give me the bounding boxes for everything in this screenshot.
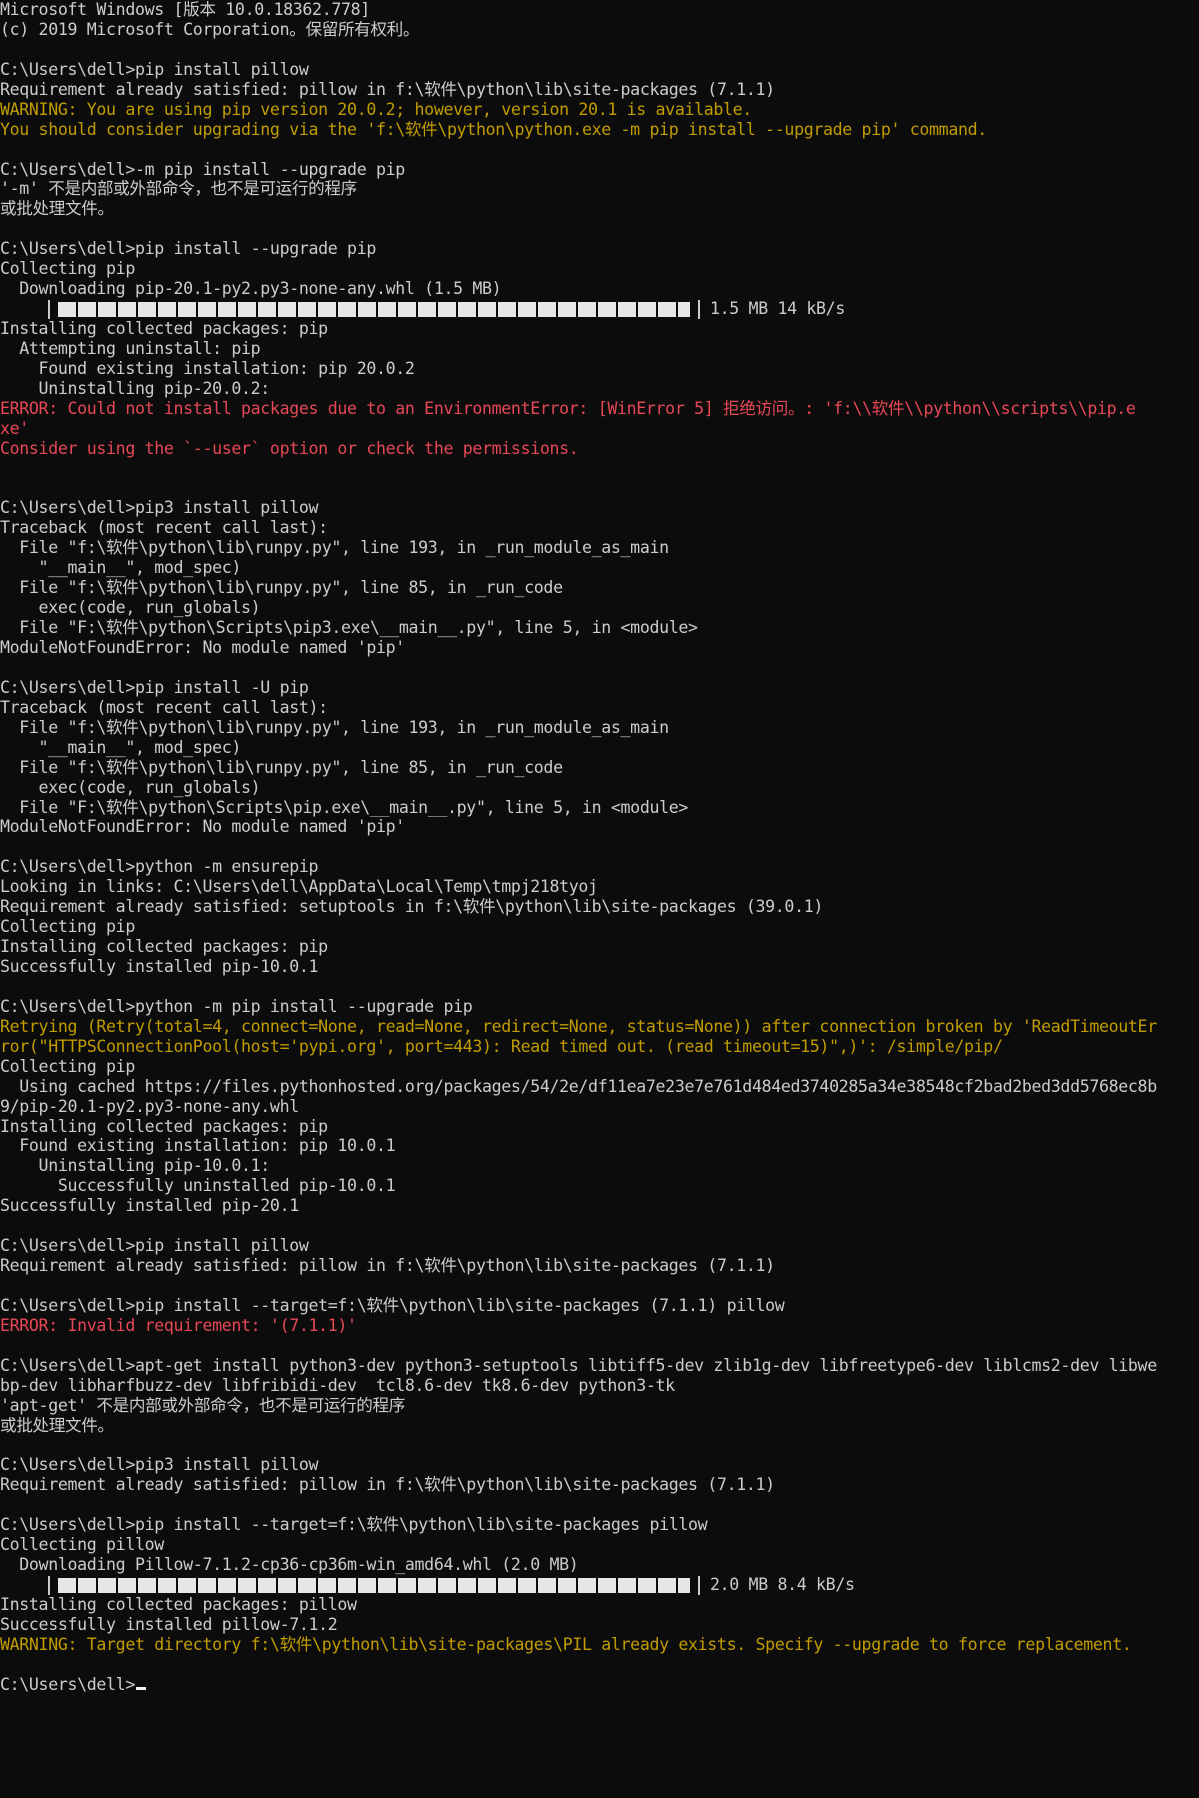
console-line: C:\Users\dell>python -m ensurepip: [0, 857, 319, 877]
console-line: Collecting pip: [0, 259, 135, 279]
console-line: 9/pip-20.1-py2.py3-none-any.whl: [0, 1096, 299, 1116]
error-line: ERROR: Could not install packages due to…: [0, 398, 1136, 418]
console-line: Requirement already satisfied: pillow in…: [0, 1256, 775, 1276]
console-line: C:\Users\dell>pip install --upgrade pip: [0, 239, 376, 259]
console-line: Found existing installation: pip 20.0.2: [0, 358, 415, 378]
console-line: C:\Users\dell>pip install -U pip: [0, 677, 309, 697]
console-line: File "f:\软件\python\lib\runpy.py", line 1…: [0, 717, 669, 737]
console-window[interactable]: Microsoft Windows [版本 10.0.18362.778] (c)…: [0, 0, 1199, 1798]
console-line: Uninstalling pip-10.0.1:: [0, 1156, 271, 1176]
text-cursor: [135, 1686, 146, 1690]
error-line: ERROR: Invalid requirement: '(7.1.1)': [0, 1315, 357, 1335]
console-line: File "f:\软件\python\lib\runpy.py", line 8…: [0, 578, 563, 598]
progress-bar: [48, 299, 700, 319]
warning-line: You should consider upgrading via the 'f…: [0, 119, 987, 139]
console-output: Microsoft Windows [版本 10.0.18362.778] (c)…: [0, 0, 1199, 1695]
console-line: Successfully uninstalled pip-10.0.1: [0, 1176, 396, 1196]
console-line: C:\Users\dell>pip install pillow: [0, 1236, 309, 1256]
console-line: 或批处理文件。: [0, 1415, 114, 1435]
console-line: C:\Users\dell>pip install pillow: [0, 59, 309, 79]
progress-text: 2.0 MB 8.4 kB/s: [710, 1575, 855, 1595]
warning-line: WARNING: Target directory f:\软件\python\l…: [0, 1634, 1132, 1654]
console-line: C:\Users\dell>pip install --target=f:\软件…: [0, 1295, 785, 1315]
console-line: Traceback (most recent call last):: [0, 697, 328, 717]
console-line: '-m' 不是内部或外部命令，也不是可运行的程序: [0, 179, 357, 199]
console-line: Requirement already satisfied: setuptool…: [0, 897, 823, 917]
console-line: ModuleNotFoundError: No module named 'pi…: [0, 817, 405, 837]
console-line: C:\Users\dell>apt-get install python3-de…: [0, 1355, 1157, 1375]
console-line: "__main__", mod_spec): [0, 558, 242, 578]
console-line: Traceback (most recent call last):: [0, 518, 328, 538]
progress-text: 1.5 MB 14 kB/s: [710, 299, 845, 319]
console-line: 或批处理文件。: [0, 199, 114, 219]
console-line: Using cached https://files.pythonhosted.…: [0, 1076, 1157, 1096]
console-line: C:\Users\dell>pip3 install pillow: [0, 498, 319, 518]
console-line: Uninstalling pip-20.0.2:: [0, 378, 271, 398]
console-line: exec(code, run_globals): [0, 598, 261, 618]
console-line: "__main__", mod_spec): [0, 737, 242, 757]
download-progress-row: 2.0 MB 8.4 kB/s: [0, 1575, 1199, 1595]
console-line: Downloading pip-20.1-py2.py3-none-any.wh…: [0, 279, 502, 299]
error-line: Consider using the `--user` option or ch…: [0, 438, 579, 458]
console-line: Installing collected packages: pip: [0, 1116, 328, 1136]
console-line: Looking in links: C:\Users\dell\AppData\…: [0, 877, 598, 897]
console-line: Installing collected packages: pillow: [0, 1595, 357, 1614]
console-line: File "f:\软件\python\lib\runpy.py", line 8…: [0, 757, 563, 777]
console-line: C:\Users\dell>pip install --target=f:\软件…: [0, 1515, 708, 1535]
console-line: Microsoft Windows [版本 10.0.18362.778]: [0, 0, 370, 19]
progress-bar: [48, 1575, 700, 1595]
console-line: exec(code, run_globals): [0, 777, 261, 797]
warning-line: ror("HTTPSConnectionPool(host='pypi.org'…: [0, 1036, 1003, 1056]
console-line: Requirement already satisfied: pillow in…: [0, 79, 775, 99]
download-progress-row: 1.5 MB 14 kB/s: [0, 299, 1199, 319]
warning-line: WARNING: You are using pip version 20.0.…: [0, 99, 752, 119]
console-line: 'apt-get' 不是内部或外部命令，也不是可运行的程序: [0, 1395, 406, 1415]
console-line: C:\Users\dell>python -m pip install --up…: [0, 996, 473, 1016]
progress-bar-fill: [58, 1577, 690, 1593]
warning-line: Retrying (Retry(total=4, connect=None, r…: [0, 1016, 1157, 1036]
console-line: (c) 2019 Microsoft Corporation。保留所有权利。: [0, 19, 420, 39]
console-line: Installing collected packages: pip: [0, 937, 328, 957]
console-line: C:\Users\dell>-m pip install --upgrade p…: [0, 159, 405, 179]
console-line: Installing collected packages: pip: [0, 319, 328, 338]
prompt-text: C:\Users\dell>: [0, 1674, 135, 1694]
command-prompt-line[interactable]: C:\Users\dell>: [0, 1675, 1199, 1695]
console-line: Successfully installed pip-10.0.1: [0, 957, 319, 976]
console-line: bp-dev libharfbuzz-dev libfribidi-dev tc…: [0, 1375, 675, 1395]
console-line: Collecting pillow: [0, 1535, 164, 1555]
console-line: File "F:\软件\python\Scripts\pip.exe\__mai…: [0, 797, 689, 817]
error-line: xe': [0, 418, 29, 438]
console-line: Downloading Pillow-7.1.2-cp36-cp36m-win_…: [0, 1555, 579, 1575]
console-line: Found existing installation: pip 10.0.1: [0, 1136, 396, 1156]
console-line: C:\Users\dell>pip3 install pillow: [0, 1455, 319, 1475]
console-line: ModuleNotFoundError: No module named 'pi…: [0, 638, 405, 657]
console-line: File "f:\软件\python\lib\runpy.py", line 1…: [0, 538, 669, 558]
console-line: Attempting uninstall: pip: [0, 338, 261, 358]
console-line: File "F:\软件\python\Scripts\pip3.exe\__ma…: [0, 618, 698, 638]
console-line: Collecting pip: [0, 1056, 135, 1076]
console-line: Successfully installed pip-20.1: [0, 1196, 299, 1216]
console-line: Collecting pip: [0, 917, 135, 937]
console-line: Successfully installed pillow-7.1.2: [0, 1614, 338, 1634]
progress-bar-fill: [58, 301, 690, 317]
console-line: Requirement already satisfied: pillow in…: [0, 1475, 775, 1495]
